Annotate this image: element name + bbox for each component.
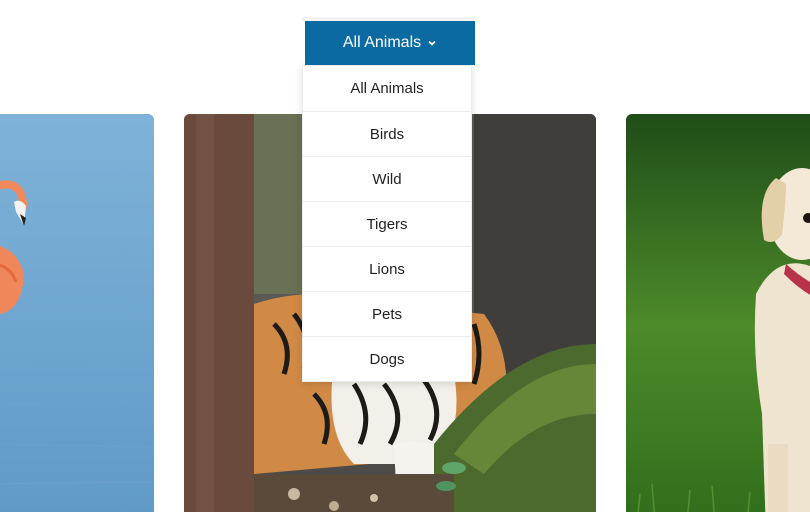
filter-selected-label: All Animals <box>342 34 422 51</box>
chevron-down-icon <box>428 40 436 46</box>
page: All Animals All Animals Birds Wild Tiger… <box>0 0 810 512</box>
animal-filter-menu: All Animals Birds Wild Tigers Lions Pets… <box>302 65 472 382</box>
gallery-image-flamingo[interactable] <box>0 114 154 512</box>
menu-item-wild[interactable]: Wild <box>303 156 471 201</box>
menu-item-tigers[interactable]: Tigers <box>303 201 471 246</box>
menu-item-pets[interactable]: Pets <box>303 291 471 336</box>
menu-item-dogs[interactable]: Dogs <box>303 336 471 381</box>
puppy-image <box>626 114 810 512</box>
menu-item-all-animals[interactable]: All Animals <box>303 66 471 111</box>
animal-filter-dropdown-button[interactable]: All Animals <box>305 21 475 65</box>
flamingo-image <box>0 114 154 512</box>
menu-item-lions[interactable]: Lions <box>303 246 471 291</box>
menu-item-birds[interactable]: Birds <box>303 111 471 156</box>
gallery-image-puppy[interactable] <box>626 114 810 512</box>
